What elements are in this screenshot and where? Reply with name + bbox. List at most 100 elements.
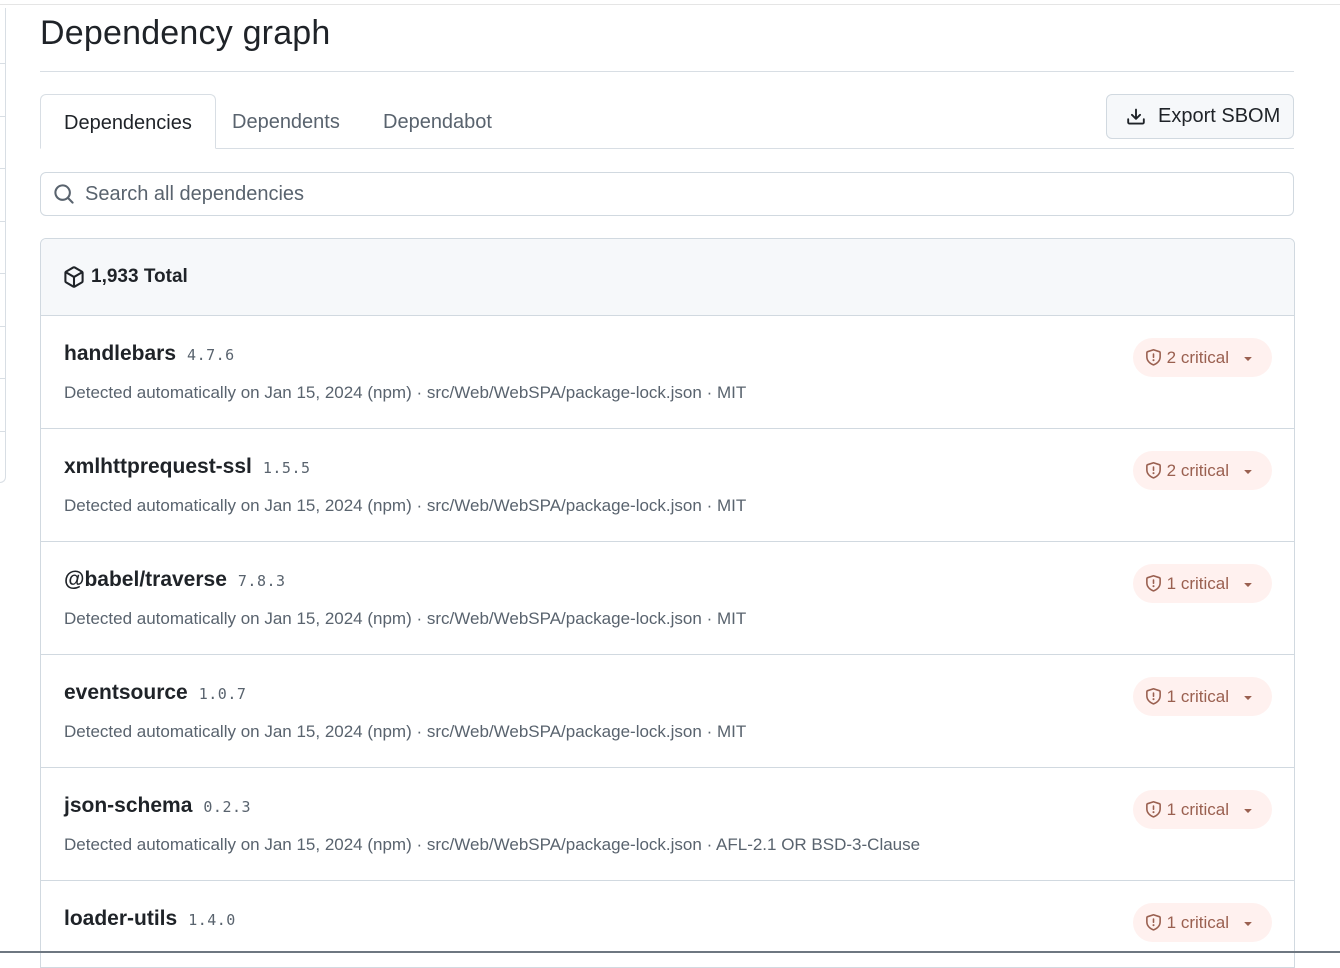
manifest-path-link[interactable]: src/Web/WebSPA/package-lock.json — [427, 496, 702, 515]
critical-alerts-dropdown[interactable]: 2 critical — [1132, 338, 1272, 377]
critical-count: 1 critical — [1166, 912, 1229, 932]
meta-separator: · — [411, 496, 427, 515]
shield-alert-icon — [1145, 349, 1161, 366]
dependency-version: 7.8.3 — [237, 572, 286, 590]
caret-down-icon — [1244, 921, 1252, 926]
manifest-path-link[interactable]: src/Web/WebSPA/package-lock.json — [427, 383, 702, 402]
search-input[interactable] — [85, 182, 1185, 206]
detected-text: Detected automatically on Jan 15, 2024 (… — [64, 722, 412, 741]
detected-text: Detected automatically on Jan 15, 2024 (… — [64, 835, 412, 854]
tab-dependencies[interactable]: Dependencies — [40, 94, 216, 149]
critical-alerts-dropdown[interactable]: 1 critical — [1132, 903, 1272, 942]
dependency-row: json-schema 0.2.3 Detected automatically… — [41, 768, 1294, 881]
critical-count: 2 critical — [1166, 460, 1229, 480]
dependency-version: 1.4.0 — [188, 911, 236, 929]
left-sidebar-edge — [0, 8, 6, 483]
sidebar-divider — [0, 168, 6, 169]
critical-alerts-dropdown[interactable]: 2 critical — [1132, 451, 1272, 490]
dependency-name[interactable]: eventsource — [64, 681, 188, 705]
shield-alert-icon — [1145, 688, 1161, 705]
sidebar-divider — [0, 116, 6, 117]
meta-separator: · — [701, 835, 717, 854]
dependency-row: xmlhttprequest-ssl 1.5.5 Detected automa… — [41, 429, 1294, 542]
dependency-meta: Detected automatically on Jan 15, 2024 (… — [64, 722, 746, 742]
dependency-version: 4.7.6 — [187, 346, 235, 364]
detected-text: Detected automatically on Jan 15, 2024 (… — [64, 383, 412, 402]
meta-separator: · — [411, 383, 427, 402]
license-text: MIT — [716, 722, 747, 741]
dependency-name-line: xmlhttprequest-ssl 1.5.5 — [64, 455, 311, 479]
dependency-row: eventsource 1.0.7 Detected automatically… — [41, 655, 1294, 768]
meta-separator: · — [411, 722, 427, 741]
dependency-meta: Detected automatically on Jan 15, 2024 (… — [64, 383, 746, 403]
meta-separator: · — [701, 609, 717, 628]
dependency-name-line: eventsource 1.0.7 — [64, 681, 246, 705]
caret-down-icon — [1244, 356, 1252, 361]
caret-down-icon — [1244, 582, 1252, 587]
license-text: MIT — [716, 383, 747, 402]
license-text: MIT — [716, 496, 747, 515]
dependency-name[interactable]: xmlhttprequest-ssl — [64, 455, 252, 479]
dependency-name-line: loader-utils 1.4.0 — [64, 907, 236, 931]
dependency-row: handlebars 4.7.6 Detected automatically … — [41, 316, 1294, 429]
tab-dependabot[interactable]: Dependabot — [360, 94, 515, 149]
sidebar-divider — [0, 273, 6, 274]
caret-down-icon — [1244, 808, 1252, 813]
dependency-name[interactable]: loader-utils — [64, 907, 177, 931]
dependency-name-line: json-schema 0.2.3 — [64, 794, 251, 818]
critical-alerts-dropdown[interactable]: 1 critical — [1132, 677, 1272, 716]
dependency-meta: Detected automatically on Jan 15, 2024 (… — [64, 496, 746, 516]
manifest-path-link[interactable]: src/Web/WebSPA/package-lock.json — [427, 609, 702, 628]
sidebar-divider — [0, 63, 6, 64]
license-text: MIT — [716, 609, 747, 628]
meta-separator: · — [701, 496, 717, 515]
package-icon — [64, 266, 84, 288]
dependency-list-header: 1,933 Total — [41, 239, 1294, 316]
export-sbom-button[interactable]: Export SBOM — [1106, 94, 1294, 139]
meta-separator: · — [411, 609, 427, 628]
download-icon — [1127, 108, 1145, 124]
meta-separator: · — [701, 722, 717, 741]
critical-alerts-dropdown[interactable]: 1 critical — [1132, 564, 1272, 603]
search-icon — [54, 184, 74, 204]
dependency-row: loader-utils 1.4.0 1 critical — [41, 881, 1294, 967]
dependency-version: 1.0.7 — [198, 685, 247, 703]
dependency-meta: Detected automatically on Jan 15, 2024 (… — [64, 835, 920, 855]
meta-separator: · — [701, 383, 717, 402]
bottom-rule — [0, 951, 1340, 953]
search-box[interactable] — [40, 172, 1294, 216]
sidebar-divider — [0, 221, 6, 222]
shield-alert-icon — [1145, 914, 1161, 931]
tab-dependents[interactable]: Dependents — [209, 94, 363, 149]
dependency-version: 1.5.5 — [262, 459, 311, 477]
critical-count: 2 critical — [1166, 347, 1229, 367]
critical-count: 1 critical — [1166, 799, 1229, 819]
detected-text: Detected automatically on Jan 15, 2024 (… — [64, 609, 412, 628]
dependency-name[interactable]: @babel/traverse — [64, 568, 227, 592]
dependency-list: 1,933 Total handlebars 4.7.6 Detected au… — [40, 238, 1295, 968]
detected-text: Detected automatically on Jan 15, 2024 (… — [64, 496, 412, 515]
manifest-path-link[interactable]: src/Web/WebSPA/package-lock.json — [427, 835, 702, 854]
sidebar-divider — [0, 431, 6, 432]
dependency-name[interactable]: handlebars — [64, 342, 176, 366]
dependency-version: 0.2.3 — [203, 798, 252, 816]
shield-alert-icon — [1145, 801, 1161, 818]
license-text: AFL-2.1 OR BSD-3-Clause — [716, 835, 921, 854]
dependency-name-line: @babel/traverse 7.8.3 — [64, 568, 286, 592]
dependency-name-line: handlebars 4.7.6 — [64, 342, 235, 366]
shield-alert-icon — [1145, 462, 1161, 479]
dependency-rows: handlebars 4.7.6 Detected automatically … — [41, 316, 1294, 967]
caret-down-icon — [1244, 695, 1252, 700]
dependency-meta: Detected automatically on Jan 15, 2024 (… — [64, 609, 746, 629]
critical-count: 1 critical — [1166, 686, 1229, 706]
dependency-name[interactable]: json-schema — [64, 794, 192, 818]
caret-down-icon — [1244, 469, 1252, 474]
top-rule — [0, 4, 1340, 5]
shield-alert-icon — [1145, 575, 1161, 592]
critical-count: 1 critical — [1166, 573, 1229, 593]
export-sbom-label: Export SBOM — [1158, 105, 1281, 127]
manifest-path-link[interactable]: src/Web/WebSPA/package-lock.json — [427, 722, 702, 741]
critical-alerts-dropdown[interactable]: 1 critical — [1132, 790, 1272, 829]
dependency-row: @babel/traverse 7.8.3 Detected automatic… — [41, 542, 1294, 655]
title-divider — [40, 71, 1294, 72]
